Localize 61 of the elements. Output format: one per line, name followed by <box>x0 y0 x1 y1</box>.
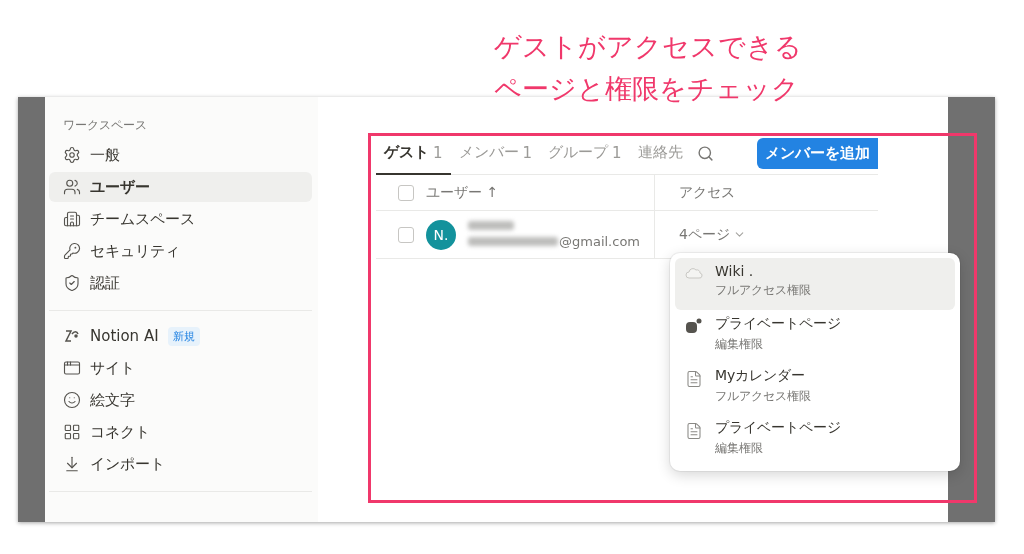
new-badge: 新規 <box>167 326 200 346</box>
sparkle-face-icon <box>63 327 81 345</box>
permission-text: 編集権限 <box>715 336 764 353</box>
tab[interactable]: ゲスト 1 <box>376 132 451 175</box>
permission-text: フルアクセス権限 <box>715 282 811 299</box>
menu-item[interactable]: Myカレンダー フルアクセス権限 <box>675 362 955 414</box>
sidebar-item[interactable]: コネクト <box>49 417 312 447</box>
page-title: プライベートページ <box>715 419 841 437</box>
sidebar-label: ユーザー <box>90 177 150 197</box>
sidebar-item[interactable]: セキュリティ <box>49 236 312 266</box>
sidebar-label: 認証 <box>90 273 120 293</box>
cloud-icon <box>685 266 703 282</box>
sidebar-item[interactable]: 絵文字 <box>49 385 312 415</box>
download-icon <box>63 455 81 473</box>
annotation-text: ゲストがアクセスできる <box>494 30 802 64</box>
document-icon <box>685 370 703 388</box>
sidebar-label: サイト <box>90 358 135 378</box>
grid-icon <box>63 423 81 441</box>
user-avatar: N. <box>426 219 456 250</box>
page-title: Wiki . <box>715 263 755 279</box>
section-heading: ワークスペース <box>62 117 148 134</box>
annotation-text: ページと権限をチェック <box>494 72 799 106</box>
permission-text: フルアクセス権限 <box>715 388 811 405</box>
sidebar-label: インポート <box>90 454 165 474</box>
sidebar-item[interactable]: インポート <box>49 449 312 479</box>
page-title: プライベートページ <box>715 315 841 333</box>
row-checkbox[interactable] <box>398 226 414 243</box>
menu-item[interactable]: プライベートページ 編集権限 <box>675 414 955 466</box>
sidebar-item[interactable]: 一般 <box>49 140 312 170</box>
column-header[interactable]: ユーザー ↑ <box>426 183 499 202</box>
settings-icon <box>63 146 81 164</box>
search-icon[interactable] <box>696 145 714 162</box>
key-icon <box>63 242 81 260</box>
add-member-button[interactable]: メンバーを追加 <box>757 138 878 169</box>
building-icon <box>63 210 81 228</box>
email-text: @gmail.com <box>559 233 640 249</box>
browser-window-icon <box>63 359 81 377</box>
access-dropdown[interactable]: 4ページ <box>679 225 746 244</box>
page-title: Myカレンダー <box>715 367 807 385</box>
column-header[interactable]: アクセス <box>679 183 735 202</box>
sidebar-item[interactable]: Notion AI 新規 <box>49 321 312 351</box>
document-icon <box>685 422 703 440</box>
sidebar-item[interactable]: サイト <box>49 353 312 383</box>
menu-item[interactable]: Wiki . フルアクセス権限 <box>675 258 955 310</box>
sidebar-item[interactable]: ユーザー <box>49 172 312 202</box>
sidebar-label: チームスペース <box>90 209 195 229</box>
sidebar-label: コネクト <box>90 422 150 442</box>
permission-text: 編集権限 <box>715 440 764 457</box>
sidebar-label: Notion AI <box>90 327 159 345</box>
smiley-icon <box>63 391 81 409</box>
menu-item[interactable]: プライベートページ 編集権限 <box>675 310 955 362</box>
blob-icon <box>685 318 703 334</box>
sidebar-label: セキュリティ <box>90 241 180 261</box>
blurred-name <box>468 220 514 230</box>
sidebar-label: 一般 <box>90 145 120 165</box>
select-all-checkbox[interactable] <box>398 184 414 201</box>
sidebar-item[interactable]: チームスペース <box>49 204 312 234</box>
shield-icon <box>63 274 81 292</box>
users-icon <box>63 178 81 196</box>
sidebar-item[interactable]: 認証 <box>49 268 312 298</box>
sidebar-label: 絵文字 <box>90 390 135 410</box>
